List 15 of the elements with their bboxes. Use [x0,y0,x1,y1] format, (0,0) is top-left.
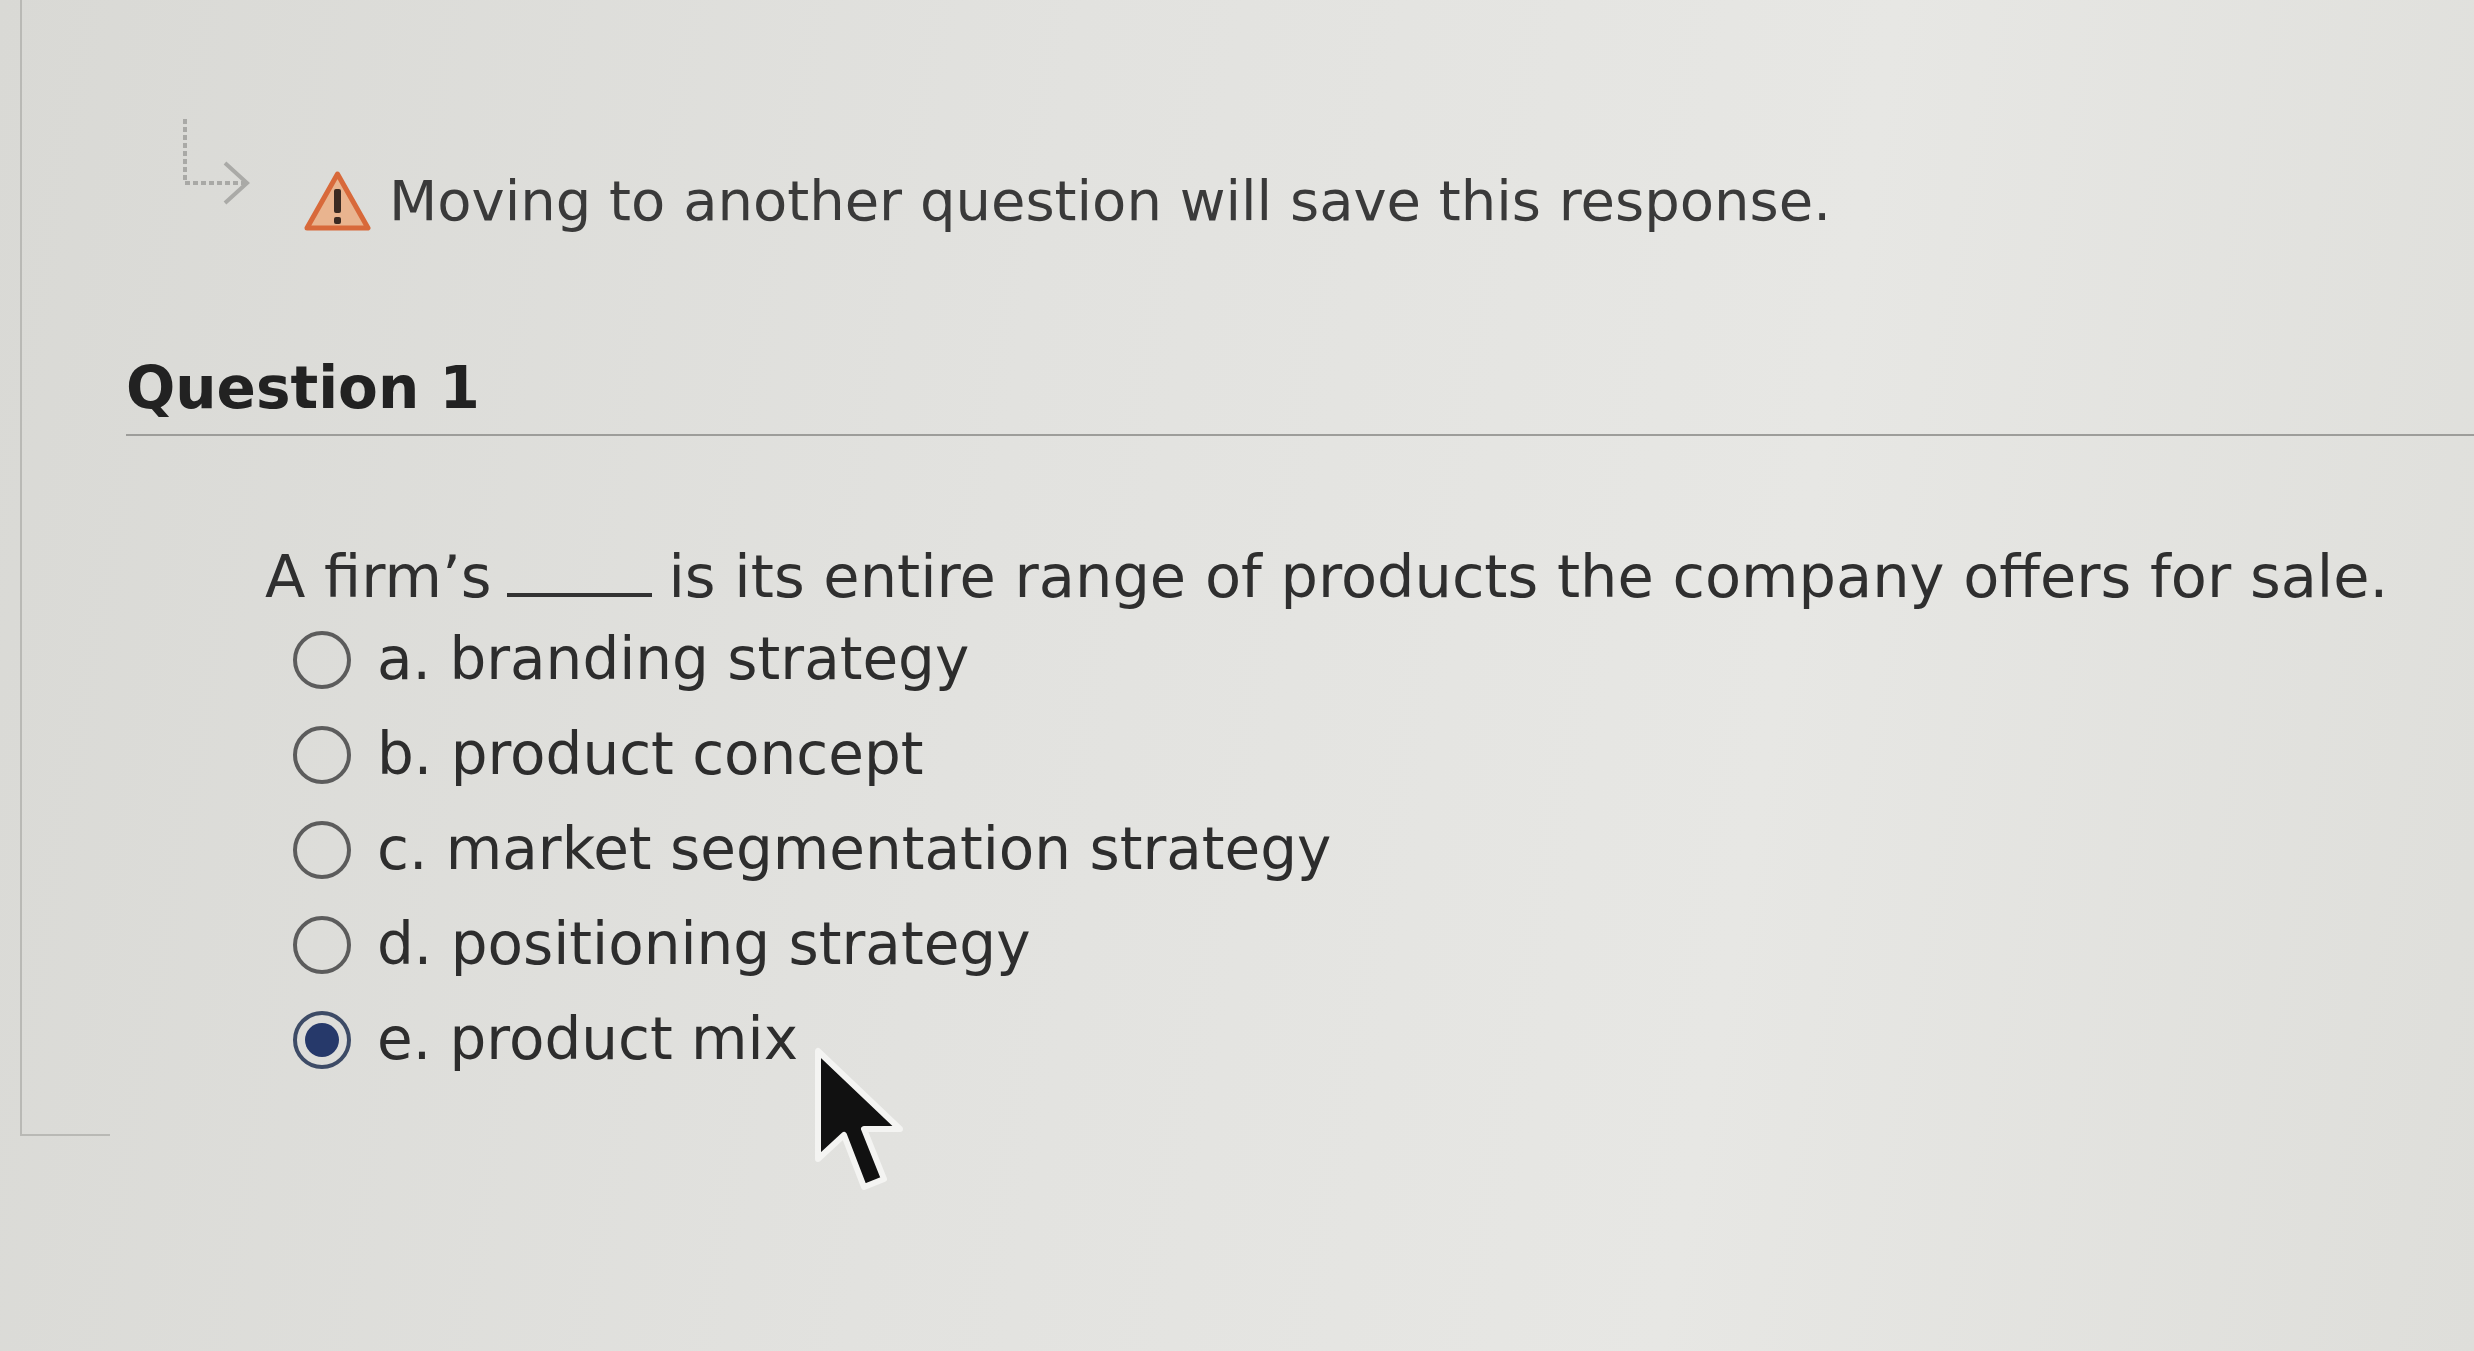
warning-icon [304,170,371,231]
radio-button[interactable] [293,725,351,784]
save-warning-message: Moving to another question will save this response. [389,166,1831,235]
radio-button[interactable] [293,915,351,974]
radio-button[interactable] [293,820,351,879]
option-label[interactable]: d. positioning strategy [377,910,1031,980]
radio-button[interactable] [293,630,351,689]
option-label[interactable]: e. product mix [377,1005,798,1075]
question-text: is its entire range of products the company offers for sale. [668,541,2389,613]
option-label[interactable]: a. branding strategy [377,625,970,695]
radio-button[interactable] [293,1010,351,1069]
question-text: A firm’s [265,541,492,613]
option-label[interactable]: c. market segmentation strategy [377,815,1332,885]
question-heading: Question 1 [126,354,480,424]
option-label[interactable]: b. product concept [377,720,924,790]
